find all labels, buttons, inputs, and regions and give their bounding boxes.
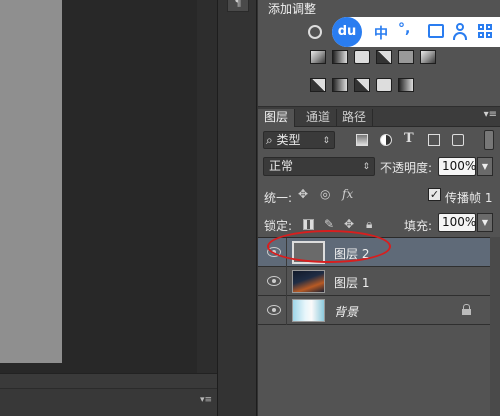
tab-channels[interactable]: 通道	[300, 109, 338, 127]
dock-footer	[218, 392, 256, 416]
lock-transparency-icon[interactable]	[303, 219, 314, 230]
layer-row-layer-1[interactable]: 图层 1	[258, 267, 500, 296]
filter-toggle-switch[interactable]	[484, 130, 494, 150]
canvas-status-bar	[0, 388, 217, 416]
ime-menu-grid-icon[interactable]	[478, 24, 493, 39]
layers-panel: 图层 通道 路径 ▾≡ ⌕ 类型 ⇕ T 正常 ⇕ 不透明度: 100% ▼ 统…	[258, 106, 500, 416]
ime-user-icon[interactable]	[453, 23, 467, 40]
opacity-dropdown-button[interactable]: ▼	[477, 157, 493, 176]
posterize-icon[interactable]	[332, 78, 348, 92]
gradient-map-icon[interactable]	[398, 78, 414, 92]
chevron-updown-icon: ⇕	[322, 136, 330, 146]
filter-kind-label: 类型	[276, 133, 301, 147]
panel-tab-bar: 图层 通道 路径 ▾≡	[258, 107, 500, 127]
invert-icon[interactable]	[310, 78, 326, 92]
panel-menu-icon[interactable]: ▾≡	[200, 395, 212, 405]
document-canvas[interactable]	[0, 0, 62, 363]
unify-position-icon[interactable]: ✥	[298, 187, 308, 201]
smart-object-filter-icon[interactable]	[452, 134, 464, 146]
opacity-label: 不透明度:	[380, 161, 433, 175]
layer-list: 图层 2 图层 1 背景	[258, 237, 500, 416]
fill-input[interactable]: 100%	[438, 213, 476, 232]
layer-name[interactable]: 图层 2	[334, 245, 369, 262]
unify-label: 统一:	[264, 191, 293, 205]
canvas-horizontal-scrollbar[interactable]	[0, 373, 217, 388]
layer-name[interactable]: 背景	[334, 303, 358, 320]
adjustments-panel: 添加调整 du 中 °,	[258, 0, 500, 103]
blend-mode-select[interactable]: 正常 ⇕	[263, 157, 375, 176]
opacity-input[interactable]: 100%	[438, 157, 476, 176]
layer-thumbnail[interactable]	[292, 241, 325, 264]
type-layer-filter-icon[interactable]: T	[404, 131, 416, 146]
lock-label: 锁定:	[264, 219, 293, 233]
visibility-eye-icon[interactable]	[267, 276, 281, 286]
balance-icon[interactable]	[332, 50, 348, 64]
ime-toolbar[interactable]: du 中 °,	[332, 17, 500, 47]
panel-menu-icon[interactable]: ▾≡	[484, 109, 497, 120]
adjustments-title: 添加调整	[268, 2, 317, 16]
lock-position-icon[interactable]: ✥	[344, 217, 354, 231]
layers-scrollbar[interactable]	[490, 237, 500, 416]
fill-dropdown-button[interactable]: ▼	[477, 213, 493, 232]
fill-label: 填充:	[404, 219, 433, 233]
canvas-vertical-scrollbar[interactable]	[197, 0, 217, 373]
pixel-layer-filter-icon[interactable]	[356, 134, 368, 146]
adjustment-layer-filter-icon[interactable]	[380, 134, 392, 146]
selective-color-icon[interactable]	[376, 78, 392, 92]
collapsed-panel-dock: ¶	[217, 0, 257, 416]
shape-layer-filter-icon[interactable]	[428, 134, 440, 146]
propagate-frame-label: 传播帧 1	[445, 191, 493, 205]
lock-image-pixels-icon[interactable]: ✎	[324, 217, 334, 231]
levels-icon[interactable]	[310, 50, 326, 64]
threshold-icon[interactable]	[354, 78, 370, 92]
layer-row-layer-2[interactable]: 图层 2	[258, 238, 500, 267]
layer-name[interactable]: 图层 1	[334, 274, 369, 291]
lock-all-icon[interactable]: 🔒︎	[366, 217, 372, 232]
channel-mixer-icon[interactable]	[398, 50, 414, 64]
layer-row-background[interactable]: 背景	[258, 296, 500, 325]
brightness-contrast-icon[interactable]	[308, 25, 322, 39]
tab-paths[interactable]: 路径	[336, 109, 374, 127]
visibility-eye-icon[interactable]	[267, 305, 281, 315]
visibility-eye-icon[interactable]	[267, 247, 281, 257]
ime-language-toggle[interactable]: 中	[374, 23, 388, 43]
layer-thumbnail[interactable]	[292, 299, 325, 322]
propagate-frame-checkbox[interactable]: ✓	[428, 188, 441, 201]
unify-visibility-icon[interactable]: ◎	[320, 187, 330, 201]
ime-skin-icon[interactable]	[428, 24, 444, 38]
paragraph-panel-button[interactable]: ¶	[227, 0, 249, 12]
baidu-ime-logo[interactable]: du	[332, 17, 362, 47]
chevron-updown-icon: ⇕	[362, 162, 370, 172]
unify-style-icon[interactable]: fx	[342, 187, 353, 201]
color-lookup-icon[interactable]	[420, 50, 436, 64]
ime-punctuation-toggle[interactable]: °,	[398, 21, 410, 37]
right-panel-column: 添加调整 du 中 °, 图层 通道 路径 ▾≡ ⌕ 类型 ⇕ T 正常 ⇕ 不…	[258, 0, 500, 416]
lock-icon	[462, 304, 471, 315]
document-canvas-area[interactable]	[0, 0, 217, 416]
search-icon: ⌕	[266, 133, 277, 147]
blend-mode-value: 正常	[269, 159, 294, 173]
photo-filter-icon[interactable]	[376, 50, 392, 64]
black-white-icon[interactable]	[354, 50, 370, 64]
layer-filter-select[interactable]: ⌕ 类型 ⇕	[263, 131, 335, 149]
layer-thumbnail[interactable]	[292, 270, 325, 293]
tab-layers[interactable]: 图层	[258, 109, 296, 127]
